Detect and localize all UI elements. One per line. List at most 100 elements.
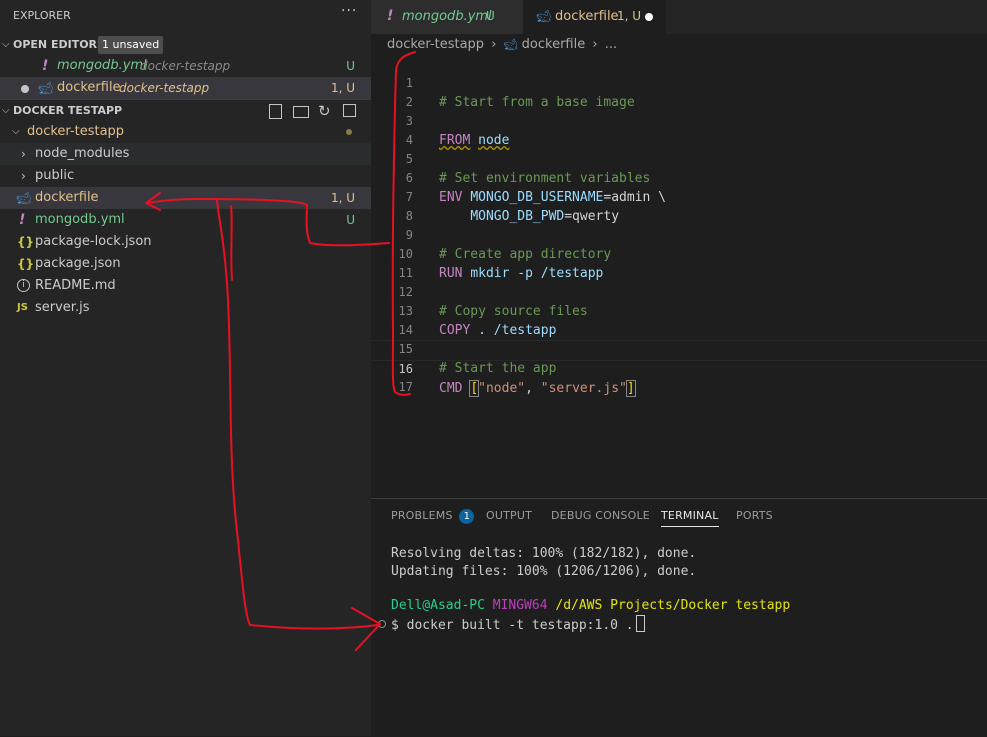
folder-label: docker-testapp: [27, 124, 125, 139]
code-line: 8: [371, 188, 987, 223]
ellipsis-icon[interactable]: ···: [341, 3, 357, 19]
open-editors-header[interactable]: ⌵ OPEN EDITORS 1 unsaved: [0, 34, 371, 56]
open-editor-filename: dockerfile: [57, 80, 121, 95]
prompt-user: Dell@Asad-PC: [391, 598, 485, 613]
new-file-icon[interactable]: [269, 104, 282, 119]
yaml-exclamation-icon: !: [42, 58, 49, 74]
tab-label: PROBLEMS: [391, 509, 453, 522]
tree-folder-docker-testapp[interactable]: ⌵ docker-testapp: [0, 121, 371, 143]
tab-problems[interactable]: PROBLEMS 1: [391, 509, 475, 524]
explorer-title: EXPLORER: [13, 9, 71, 22]
prompt-shell: MINGW64: [492, 598, 548, 613]
open-editor-item-dockerfile[interactable]: 🐋︎ dockerfile docker-testapp 1, U: [0, 77, 371, 99]
tab-label: PORTS: [736, 509, 773, 522]
code-line: 5 # Set environment variables: [371, 131, 987, 186]
unsaved-dot-icon[interactable]: [645, 13, 653, 21]
docker-whale-icon: 🐋︎: [38, 81, 54, 95]
workspace-header[interactable]: ⌵ DOCKER TESTAPP ↻: [0, 99, 371, 122]
tree-file-dockerfile[interactable]: 🐋︎ dockerfile 1, U: [0, 187, 371, 209]
tab-status: 1, U: [617, 9, 642, 23]
tree-folder-public[interactable]: › public: [0, 165, 371, 187]
breadcrumb-file[interactable]: dockerfile: [522, 37, 586, 52]
terminal-line: Resolving deltas: 100% (182/182), done.: [391, 546, 697, 561]
workspace-label: DOCKER TESTAPP: [13, 104, 123, 117]
file-label: server.js: [35, 300, 90, 315]
docker-whale-icon: 🐋︎: [503, 38, 518, 51]
tab-label: dockerfile: [555, 9, 619, 24]
code-line: 2: [371, 74, 987, 109]
open-editor-folder: docker-testapp: [140, 59, 231, 73]
git-status-badge: 1, U: [330, 191, 355, 205]
keyword: CMD: [439, 381, 463, 396]
line-number: 17: [398, 380, 413, 394]
code-line: 4: [371, 112, 987, 147]
open-editor-folder: docker-testapp: [119, 81, 210, 95]
terminal-command-line: $ docker built -t testapp:1.0 .: [391, 615, 645, 633]
tab-output[interactable]: OUTPUT: [486, 509, 532, 522]
unsaved-dot-icon[interactable]: [21, 85, 29, 93]
bracket: [: [469, 380, 480, 397]
breadcrumb: docker-testapp › 🐋︎ dockerfile › ...: [387, 36, 617, 54]
tab-debug-console[interactable]: DEBUG CONSOLE: [551, 509, 650, 522]
tab-mongodb-yml[interactable]: ! mongodb.yml U: [371, 0, 523, 34]
file-label: mongodb.yml: [35, 212, 125, 227]
docker-whale-icon: 🐋︎: [536, 9, 552, 23]
code-line: 6 ENV MONGO_DB_USERNAME=admin \: [371, 150, 987, 205]
tab-label: mongodb.yml: [402, 9, 492, 24]
folder-label: public: [35, 168, 75, 183]
tree-file-package-json[interactable]: {} package.json: [0, 253, 371, 275]
explorer-sidebar: EXPLORER ··· ⌵ OPEN EDITORS 1 unsaved ! …: [0, 0, 371, 736]
info-icon: i: [17, 279, 30, 292]
file-label: README.md: [35, 278, 116, 293]
prompt-path: /d/AWS Projects/Docker testapp: [555, 598, 791, 613]
git-status-badge: U: [346, 213, 355, 227]
tab-label: OUTPUT: [486, 509, 533, 522]
chevron-down-icon: ⌵: [12, 126, 20, 137]
chevron-right-icon: ›: [592, 37, 598, 52]
tree-file-server-js[interactable]: JS server.js: [0, 297, 371, 319]
chevron-right-icon: ›: [21, 147, 26, 161]
code-text: CMD ["node", "server.js"]: [439, 379, 636, 398]
file-label: package-lock.json: [35, 234, 152, 249]
breadcrumb-more[interactable]: ...: [605, 37, 617, 52]
code-line: 12 # Copy source files: [371, 264, 987, 319]
git-status-badge: 1, U: [330, 81, 355, 95]
command-decoration-icon[interactable]: [378, 620, 386, 628]
json-braces-icon: {}: [17, 235, 35, 249]
tab-dockerfile[interactable]: 🐋︎ dockerfile 1, U: [523, 0, 666, 34]
tab-label: TERMINAL: [661, 509, 719, 522]
tree-file-mongodb-yml[interactable]: ! mongodb.yml U: [0, 209, 371, 231]
file-label: dockerfile: [35, 190, 99, 205]
tree-file-readme[interactable]: i README.md: [0, 275, 371, 297]
string: "node": [478, 381, 526, 396]
bottom-panel: PROBLEMS 1 OUTPUT DEBUG CONSOLE TERMINAL…: [371, 498, 987, 737]
new-folder-icon[interactable]: [293, 106, 309, 118]
editor-area: ! mongodb.yml U 🐋︎ dockerfile 1, U docke…: [371, 0, 987, 737]
code-line-current: 16 CMD ["node", "server.js"]: [371, 340, 987, 397]
open-editor-filename: mongodb.yml: [57, 58, 147, 73]
code-line: 13 COPY . /testapp: [371, 283, 987, 338]
modified-dot-icon: [346, 129, 352, 135]
collapse-all-icon[interactable]: [343, 104, 356, 117]
code-editor[interactable]: 1 # Start from a base image 2 3 FROM nod…: [371, 55, 987, 397]
javascript-icon: JS: [17, 302, 28, 313]
tab-terminal[interactable]: TERMINAL: [661, 509, 719, 527]
unsaved-badge: 1 unsaved: [98, 36, 164, 54]
tab-status: U: [486, 9, 495, 23]
code-line: 14: [371, 302, 987, 337]
tree-file-package-lock[interactable]: {} package-lock.json: [0, 231, 371, 253]
json-braces-icon: {}: [17, 257, 35, 271]
file-label: package.json: [35, 256, 121, 271]
code-line: 17: [371, 359, 987, 394]
open-editor-item-mongodb[interactable]: ! mongodb.yml docker-testapp U: [0, 55, 371, 77]
breadcrumb-folder[interactable]: docker-testapp: [387, 37, 484, 52]
tree-folder-node-modules[interactable]: › node_modules: [0, 143, 371, 165]
tab-ports[interactable]: PORTS: [736, 509, 773, 522]
code-line: 10 RUN mkdir -p /testapp: [371, 226, 987, 281]
code-line: 11: [371, 245, 987, 280]
refresh-icon[interactable]: ↻: [318, 100, 331, 122]
docker-whale-icon: 🐋︎: [16, 191, 32, 205]
code-line: 7 MONGO_DB_PWD=qwerty: [371, 169, 987, 224]
open-editors-label: OPEN EDITORS: [13, 38, 105, 51]
terminal-output[interactable]: Resolving deltas: 100% (182/182), done. …: [371, 539, 987, 719]
